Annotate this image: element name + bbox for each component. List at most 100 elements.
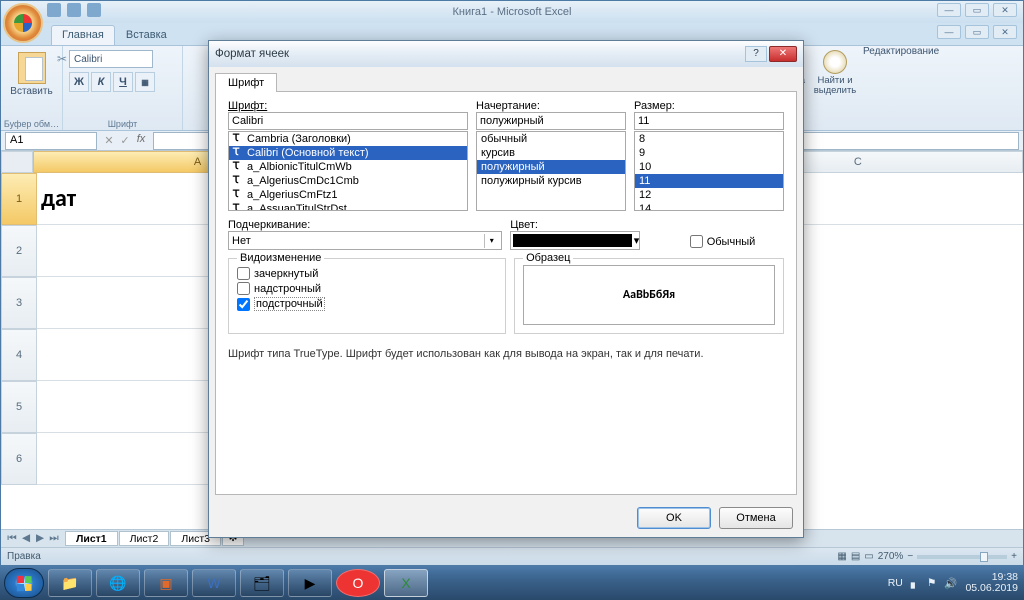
- sheet-tab-1[interactable]: Лист1: [65, 531, 118, 546]
- window-title: Книга1 - Microsoft Excel: [453, 6, 572, 18]
- tray-volume-icon[interactable]: 🔊: [944, 577, 957, 590]
- row-header-3[interactable]: 3: [1, 277, 37, 329]
- start-button[interactable]: [4, 568, 44, 598]
- taskbar-opera[interactable]: O: [336, 569, 380, 597]
- title-bar: Книга1 - Microsoft Excel — ▭ ✕: [1, 1, 1023, 23]
- row-header-4[interactable]: 4: [1, 329, 37, 381]
- row-header-2[interactable]: 2: [1, 225, 37, 277]
- quick-access-toolbar: [47, 3, 101, 17]
- zoom-in-button[interactable]: +: [1011, 551, 1017, 562]
- tray-action-center-icon[interactable]: ⚑: [927, 577, 936, 589]
- sheet-nav[interactable]: ⏮◀▶⏭: [5, 532, 61, 545]
- chevron-down-icon: ▾: [484, 234, 498, 248]
- taskbar-media[interactable]: ▶: [288, 569, 332, 597]
- minimize-button[interactable]: —: [937, 3, 961, 17]
- taskbar-powerpoint[interactable]: ▣: [144, 569, 188, 597]
- size-listbox[interactable]: 8910111214: [634, 131, 784, 211]
- close-button[interactable]: ✕: [993, 3, 1017, 17]
- chevron-down-icon: ▾: [634, 234, 640, 247]
- select-all-corner[interactable]: [1, 151, 33, 173]
- sheet-tab-2[interactable]: Лист2: [119, 531, 170, 546]
- undo-icon[interactable]: [67, 3, 81, 17]
- cut-icon[interactable]: ✂: [57, 52, 67, 66]
- taskbar-excel[interactable]: X: [384, 569, 428, 597]
- doc-minimize-button[interactable]: —: [937, 25, 961, 39]
- dialog-buttons: OK Отмена: [209, 501, 803, 537]
- row-header-5[interactable]: 5: [1, 381, 37, 433]
- sample-preview: AaBbБбЯя: [523, 265, 775, 325]
- font-input[interactable]: [228, 112, 468, 130]
- sample-legend: Образец: [523, 252, 573, 264]
- group-clipboard: Вставить Буфер обм…: [1, 46, 63, 130]
- dialog-help-button[interactable]: ?: [745, 46, 767, 62]
- system-tray: RU ▖ ⚑ 🔊 19:38 05.06.2019: [888, 572, 1020, 594]
- font-listbox[interactable]: ꚌCambria (Заголовки)ꚌCalibri (Основной т…: [228, 131, 468, 211]
- enter-formula-icon[interactable]: ✓: [117, 134, 133, 147]
- name-box[interactable]: A1: [5, 132, 97, 150]
- tray-flag-icon[interactable]: ▖: [911, 577, 919, 589]
- italic-button[interactable]: К: [91, 72, 111, 92]
- style-listbox[interactable]: обычныйкурсивполужирныйполужирный курсив: [476, 131, 626, 211]
- window-controls-outer: — ▭ ✕: [937, 3, 1017, 17]
- view-layout-icon[interactable]: ▤: [851, 551, 860, 562]
- clock[interactable]: 19:38 05.06.2019: [965, 572, 1018, 594]
- editing-group-label: Редактирование: [863, 46, 1023, 130]
- view-pagebreak-icon[interactable]: ▭: [864, 551, 873, 562]
- zoom-slider[interactable]: [917, 555, 1007, 559]
- size-input[interactable]: [634, 112, 784, 130]
- underline-label: Подчеркивание:: [228, 219, 502, 231]
- format-cells-dialog: Формат ячеек ? ✕ Шрифт Шрифт: ꚌCambria (…: [208, 40, 804, 538]
- color-combo[interactable]: ▾: [510, 231, 640, 250]
- cell-c1[interactable]: [797, 173, 1023, 225]
- subscript-checkbox[interactable]: подстрочный: [237, 297, 497, 311]
- maximize-button[interactable]: ▭: [965, 3, 989, 17]
- find-select-button[interactable]: Найти и выделить: [807, 46, 863, 130]
- effects-legend: Видоизменение: [237, 252, 324, 264]
- fx-icon[interactable]: fx: [133, 133, 149, 149]
- row-header-6[interactable]: 6: [1, 433, 37, 485]
- paste-button[interactable]: Вставить: [10, 86, 52, 97]
- redo-icon[interactable]: [87, 3, 101, 17]
- font-group-label: Шрифт: [63, 119, 182, 129]
- taskbar-word[interactable]: W: [192, 569, 236, 597]
- dialog-tab-font[interactable]: Шрифт: [215, 73, 277, 92]
- dialog-close-button[interactable]: ✕: [769, 46, 797, 62]
- sample-fieldset: Образец AaBbБбЯя: [514, 258, 784, 334]
- effects-fieldset: Видоизменение зачеркнутый надстрочный по…: [228, 258, 506, 334]
- bold-button[interactable]: Ж: [69, 72, 89, 92]
- tab-home[interactable]: Главная: [51, 25, 115, 45]
- language-indicator[interactable]: RU: [888, 577, 903, 589]
- border-button[interactable]: ▦: [135, 72, 155, 92]
- cancel-formula-icon[interactable]: ✕: [101, 134, 117, 147]
- row-header-1[interactable]: 1: [1, 173, 37, 225]
- save-icon[interactable]: [47, 3, 61, 17]
- doc-restore-button[interactable]: ▭: [965, 25, 989, 39]
- taskbar-explorer[interactable]: 📁: [48, 569, 92, 597]
- style-input[interactable]: [476, 112, 626, 130]
- taskbar-folder[interactable]: 🗂: [240, 569, 284, 597]
- status-mode: Правка: [7, 551, 41, 562]
- dialog-titlebar[interactable]: Формат ячеек ? ✕: [209, 41, 803, 67]
- zoom-controls: ▦ ▤ ▭ 270% − +: [837, 551, 1017, 562]
- font-name-box[interactable]: Calibri: [69, 50, 153, 68]
- window-controls-inner: — ▭ ✕: [937, 25, 1017, 39]
- find-select-icon: [823, 50, 847, 74]
- ok-button[interactable]: OK: [637, 507, 711, 529]
- view-normal-icon[interactable]: ▦: [837, 551, 846, 562]
- superscript-checkbox[interactable]: надстрочный: [237, 282, 497, 295]
- underline-combo[interactable]: Нет▾: [228, 231, 502, 250]
- normal-font-checkbox[interactable]: Обычный: [690, 235, 784, 248]
- underline-button[interactable]: Ч: [113, 72, 133, 92]
- zoom-level[interactable]: 270%: [878, 551, 904, 562]
- taskbar-ie[interactable]: 🌐: [96, 569, 140, 597]
- zoom-out-button[interactable]: −: [907, 551, 913, 562]
- doc-close-button[interactable]: ✕: [993, 25, 1017, 39]
- font-label: Шрифт:: [228, 100, 468, 112]
- row-headers: 1 2 3 4 5 6: [1, 173, 37, 529]
- tab-insert[interactable]: Вставка: [116, 26, 177, 45]
- strikethrough-checkbox[interactable]: зачеркнутый: [237, 267, 497, 280]
- paste-icon[interactable]: [18, 52, 46, 84]
- cancel-button[interactable]: Отмена: [719, 507, 793, 529]
- size-label: Размер:: [634, 100, 784, 112]
- office-button[interactable]: [3, 3, 43, 43]
